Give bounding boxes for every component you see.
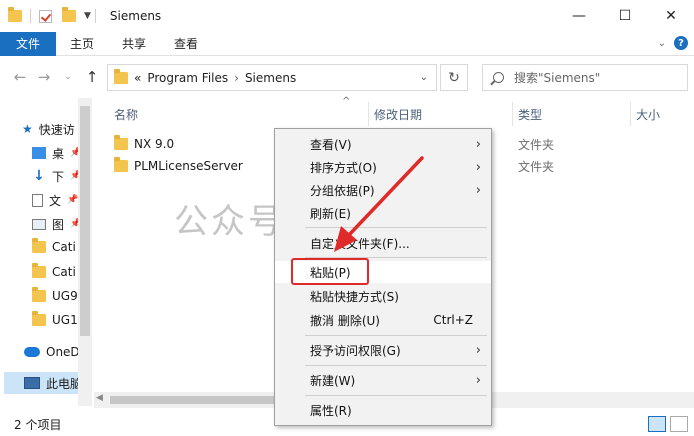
annotation-arrow xyxy=(334,156,424,252)
